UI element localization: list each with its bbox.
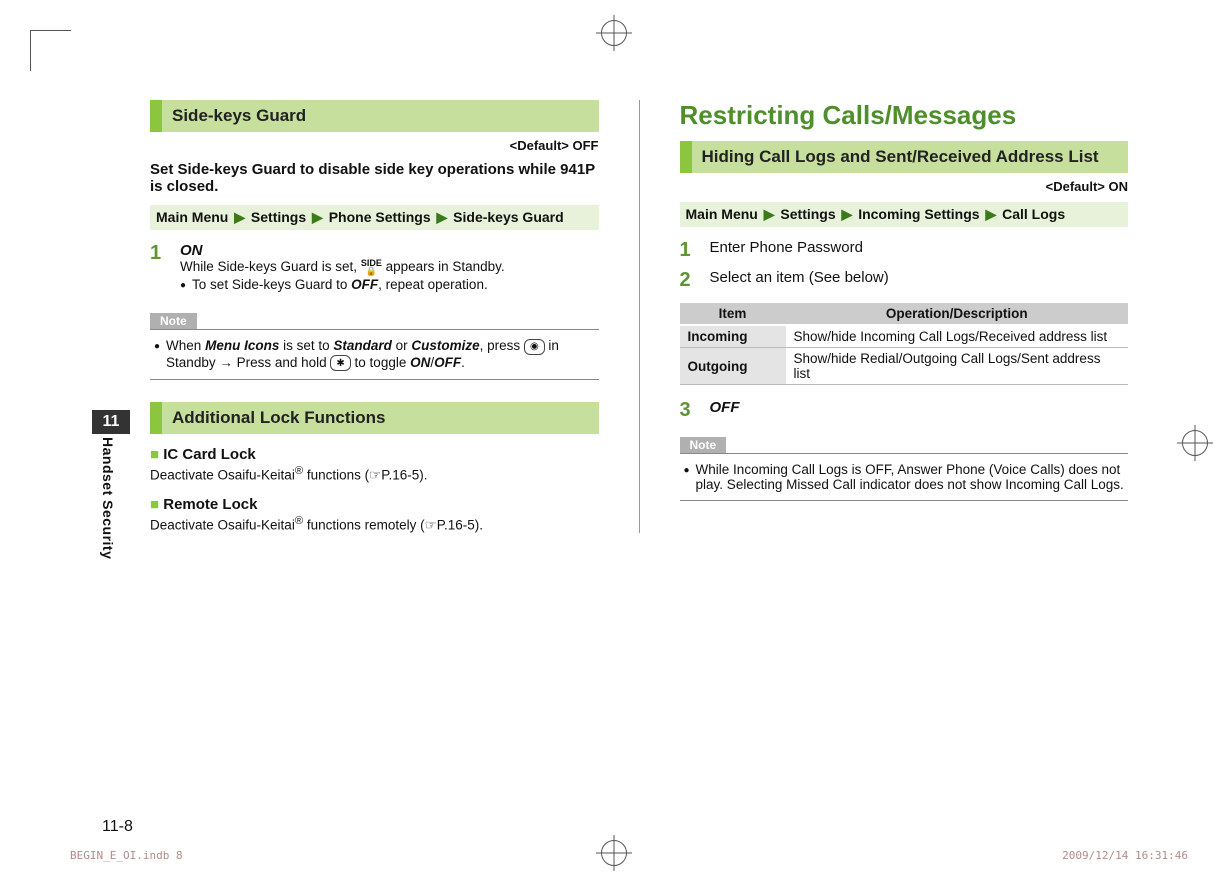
step-number: 2 — [680, 269, 698, 291]
table-cell: Outgoing — [680, 348, 786, 385]
star-key-icon: ✱ — [330, 355, 350, 371]
center-key-icon: ◉ — [524, 339, 545, 355]
item-table: Item Operation/Description Incoming Show… — [680, 303, 1129, 385]
crumb: Main Menu — [686, 206, 758, 222]
chevron-right-icon: ▶ — [437, 209, 448, 225]
table-cell: Show/hide Incoming Call Logs/Received ad… — [786, 325, 1129, 348]
table-header: Operation/Description — [786, 303, 1129, 325]
step: 3 OFF — [680, 399, 1129, 421]
header-accent-bar — [150, 100, 162, 132]
chapter-tab: 11 Handset Security — [92, 410, 130, 559]
note-box: While Incoming Call Logs is OFF, Answer … — [680, 453, 1129, 501]
registration-mark — [1182, 430, 1208, 456]
section-title: Additional Lock Functions — [162, 402, 395, 434]
step-action: OFF — [710, 399, 1129, 421]
default-value: <Default> ON — [680, 179, 1129, 194]
section-header-side-keys-guard: Side-keys Guard — [150, 100, 599, 132]
crumb: Settings — [780, 206, 835, 222]
default-value: <Default> OFF — [150, 138, 599, 153]
crumb: Main Menu — [156, 209, 228, 225]
crumb: Call Logs — [1002, 206, 1065, 222]
chapter-number: 11 — [92, 410, 130, 434]
chapter-label: Handset Security — [100, 437, 116, 559]
crumb: Settings — [251, 209, 306, 225]
section-title: Hiding Call Logs and Sent/Received Addre… — [692, 141, 1109, 173]
step: 1 Enter Phone Password — [680, 239, 1129, 261]
note-label: Note — [680, 437, 727, 453]
header-accent-bar — [680, 141, 692, 173]
header-accent-bar — [150, 402, 162, 434]
chevron-right-icon: ▶ — [985, 206, 996, 222]
subsection-ic-card-lock: IC Card Lock — [150, 446, 599, 463]
step-bullet: To set Side-keys Guard to OFF, repeat op… — [180, 277, 599, 295]
section-header-additional-lock: Additional Lock Functions — [150, 402, 599, 434]
crumb: Phone Settings — [329, 209, 431, 225]
step-text: Select an item (See below) — [710, 269, 1129, 291]
subsection-text: Deactivate Osaifu-Keitai® functions (☞P.… — [150, 465, 599, 484]
step: 1 ON While Side-keys Guard is set, SIDE🔒… — [150, 242, 599, 297]
crumb: Incoming Settings — [858, 206, 979, 222]
step-number: 1 — [150, 242, 168, 297]
step-action: ON — [180, 242, 599, 259]
crumb: Side-keys Guard — [453, 209, 564, 225]
step: 2 Select an item (See below) — [680, 269, 1129, 291]
step-text: Enter Phone Password — [710, 239, 1129, 261]
left-column: Side-keys Guard <Default> OFF Set Side-k… — [150, 100, 599, 533]
note-text: While Incoming Call Logs is OFF, Answer … — [696, 462, 1124, 492]
table-cell: Incoming — [680, 325, 786, 348]
right-column: Restricting Calls/Messages Hiding Call L… — [680, 100, 1129, 533]
subsection-text: Deactivate Osaifu-Keitai® functions remo… — [150, 515, 599, 534]
section-title: Side-keys Guard — [162, 100, 316, 132]
chevron-right-icon: ▶ — [842, 206, 853, 222]
chevron-right-icon: ▶ — [234, 209, 245, 225]
footer-timestamp: 2009/12/14 16:31:46 — [1062, 849, 1188, 862]
crop-mark — [30, 30, 71, 71]
footer-file: BEGIN_E_OI.indb 8 — [70, 849, 183, 862]
note-box: When Menu Icons is set to Standard or Cu… — [150, 329, 599, 380]
table-row: Incoming Show/hide Incoming Call Logs/Re… — [680, 325, 1129, 348]
subsection-remote-lock: Remote Lock — [150, 496, 599, 513]
column-divider — [639, 100, 640, 533]
note-label: Note — [150, 313, 197, 329]
section-header-hiding-call-logs: Hiding Call Logs and Sent/Received Addre… — [680, 141, 1129, 173]
section-lead: Set Side-keys Guard to disable side key … — [150, 161, 599, 195]
step-number: 3 — [680, 399, 698, 421]
registration-mark — [601, 20, 627, 46]
menu-path: Main Menu ▶ Settings ▶ Phone Settings ▶ … — [150, 205, 599, 230]
table-header: Item — [680, 303, 786, 325]
step-text: While Side-keys Guard is set, SIDE🔒 appe… — [180, 259, 599, 275]
table-cell: Show/hide Redial/Outgoing Call Logs/Sent… — [786, 348, 1129, 385]
side-lock-icon: SIDE🔒 — [361, 259, 382, 275]
step-number: 1 — [680, 239, 698, 261]
page-title: Restricting Calls/Messages — [680, 100, 1129, 131]
chevron-right-icon: ▶ — [312, 209, 323, 225]
menu-path: Main Menu ▶ Settings ▶ Incoming Settings… — [680, 202, 1129, 227]
chevron-right-icon: ▶ — [764, 206, 775, 222]
page-number: 11-8 — [102, 818, 133, 836]
table-row: Outgoing Show/hide Redial/Outgoing Call … — [680, 348, 1129, 385]
print-footer: BEGIN_E_OI.indb 8 2009/12/14 16:31:46 — [70, 849, 1188, 862]
